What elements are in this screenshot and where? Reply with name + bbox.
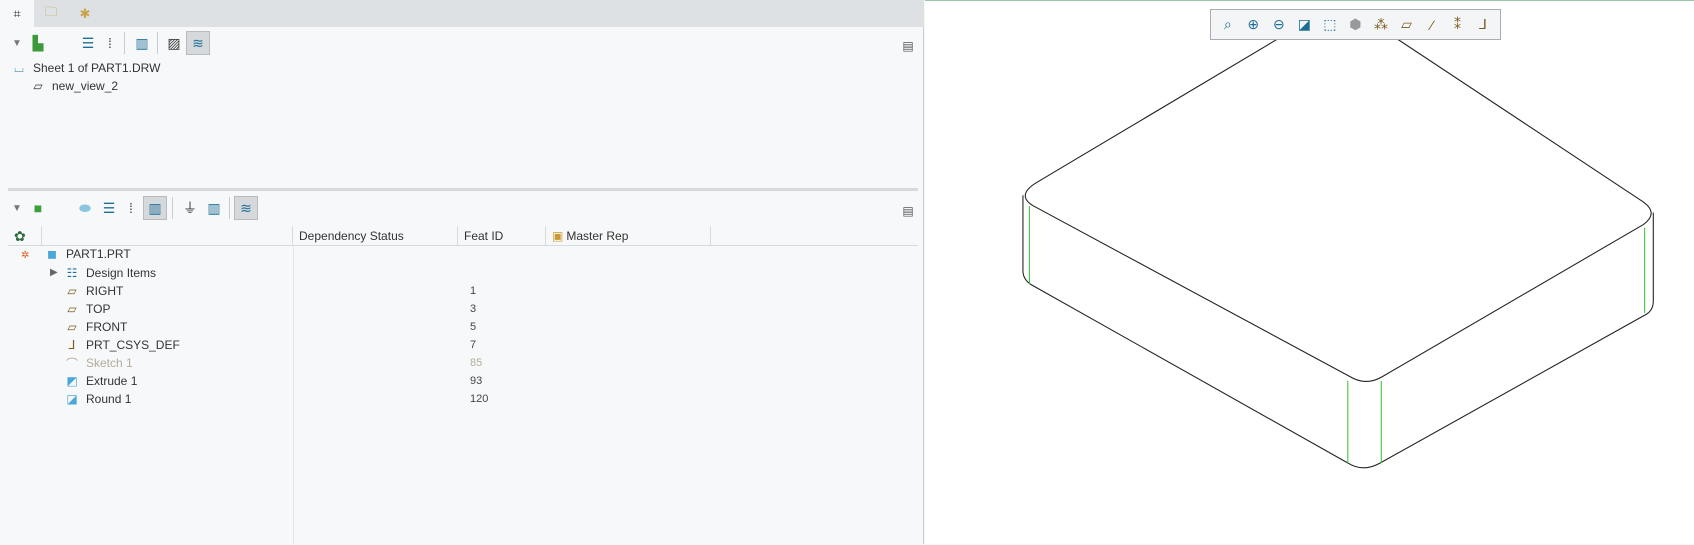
csys-display-icon[interactable]: ⅃ [1472, 16, 1494, 33]
zoom-out-icon[interactable]: ⊖ [1268, 16, 1290, 33]
repaint-icon[interactable]: ◪ [1293, 16, 1315, 33]
view-toolbar: ⌕ ⊕ ⊖ ◪ ⬚ ⬢ ⁂ ▱ ⁄ ⁑ ⅃ [1210, 9, 1501, 40]
graphics-viewport[interactable] [925, 0, 1694, 544]
top-face-edges [1024, 37, 1652, 383]
datum-display-filters-icon[interactable]: ⁂ [1370, 16, 1392, 33]
plane-display-icon[interactable]: ▱ [1395, 16, 1417, 33]
refit-icon[interactable]: ⌕ [1217, 16, 1239, 33]
tangent-edges [1028, 206, 1646, 463]
part-model [1022, 37, 1654, 469]
saved-orientations-icon[interactable]: ⬚ [1319, 16, 1341, 33]
point-display-icon[interactable]: ⁑ [1447, 16, 1469, 33]
zoom-in-icon[interactable]: ⊕ [1242, 16, 1264, 33]
display-style-icon[interactable]: ⬢ [1344, 16, 1366, 33]
axis-display-icon[interactable]: ⁄ [1421, 17, 1443, 33]
left-wall-edge [1022, 195, 1654, 469]
